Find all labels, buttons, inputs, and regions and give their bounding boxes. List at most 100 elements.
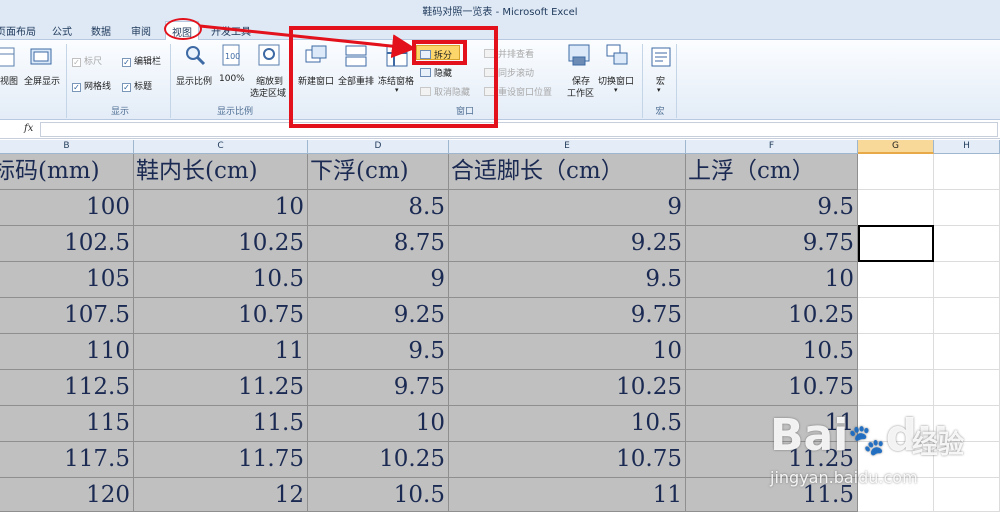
zoom-100-button[interactable]: 100%	[219, 74, 245, 84]
ruler-checkbox[interactable]: ✓ 标尺	[72, 54, 102, 67]
active-cell[interactable]	[858, 225, 934, 262]
fullscreen-icon	[30, 48, 52, 65]
tab-page-layout[interactable]: 页面布局	[0, 23, 36, 38]
save-workspace-line2[interactable]: 工作区	[567, 86, 594, 99]
table-cell[interactable]	[934, 226, 1000, 262]
table-cell[interactable]: 10.75	[686, 370, 858, 406]
table-header-cell[interactable]: 鞋内长(cm)	[134, 154, 308, 190]
table-header-cell[interactable]: 标码(mm)	[0, 154, 134, 190]
table-cell[interactable]: 10	[686, 262, 858, 298]
table-cell[interactable]	[934, 154, 1000, 190]
group-separator	[66, 44, 67, 118]
table-cell[interactable]: 9.75	[686, 226, 858, 262]
table-header-cell[interactable]: 下浮(cm)	[308, 154, 449, 190]
table-cell[interactable]	[858, 298, 934, 334]
table-cell[interactable]: 110	[0, 334, 134, 370]
table-cell[interactable]: 120	[0, 478, 134, 512]
table-cell[interactable]: 115	[0, 406, 134, 442]
group-separator	[676, 44, 677, 118]
table-cell[interactable]	[858, 154, 934, 190]
column-header-g[interactable]: G	[858, 140, 934, 154]
tab-formulas[interactable]: 公式	[52, 23, 72, 38]
table-header-cell[interactable]: 上浮（cm）	[686, 154, 858, 190]
tab-data[interactable]: 数据	[91, 23, 111, 38]
zoom-button[interactable]: 显示比例	[176, 74, 212, 87]
table-cell[interactable]: 100	[0, 190, 134, 226]
column-header-d[interactable]: D	[308, 140, 449, 154]
table-cell[interactable]: 10.5	[686, 334, 858, 370]
table-cell[interactable]: 10.5	[134, 262, 308, 298]
group-separator	[170, 44, 171, 118]
table-cell[interactable]	[858, 262, 934, 298]
table-cell[interactable]: 10.25	[134, 226, 308, 262]
table-cell[interactable]: 12	[134, 478, 308, 512]
gridlines-checkbox[interactable]: ✓ 网格线	[72, 79, 111, 92]
table-cell[interactable]: 9	[308, 262, 449, 298]
table-cell[interactable]	[934, 478, 1000, 512]
watermark-url: jingyan.baidu.com	[770, 468, 918, 487]
table-cell[interactable]	[934, 190, 1000, 226]
table-cell[interactable]: 10.5	[308, 478, 449, 512]
table-cell[interactable]: 10	[308, 406, 449, 442]
table-cell[interactable]: 10.25	[686, 298, 858, 334]
table-cell[interactable]	[934, 334, 1000, 370]
table-cell[interactable]: 9	[449, 190, 686, 226]
table-cell[interactable]: 9.5	[449, 262, 686, 298]
group-label-macros: 宏	[655, 107, 665, 117]
title-bar: 鞋码对照一览表 - Microsoft Excel	[0, 0, 1000, 20]
table-cell[interactable]: 10.5	[449, 406, 686, 442]
table-header-cell[interactable]: 合适脚长（cm）	[449, 154, 686, 190]
normal-view-button[interactable]: 视图	[0, 74, 18, 87]
table-cell[interactable]: 102.5	[0, 226, 134, 262]
switch-windows-icon	[606, 44, 628, 65]
table-cell[interactable]: 105	[0, 262, 134, 298]
zoom-to-selection-line2[interactable]: 选定区域	[250, 86, 286, 99]
column-header-b[interactable]: B	[0, 140, 134, 154]
table-cell[interactable]: 8.5	[308, 190, 449, 226]
table-cell[interactable]: 10.25	[449, 370, 686, 406]
table-cell[interactable]: 10.25	[308, 442, 449, 478]
table-cell[interactable]: 107.5	[0, 298, 134, 334]
table-cell[interactable]	[858, 334, 934, 370]
table-cell[interactable]	[858, 190, 934, 226]
table-cell[interactable]: 9.25	[308, 298, 449, 334]
table-cell[interactable]: 11	[449, 478, 686, 512]
fullscreen-button[interactable]: 全屏显示	[24, 74, 60, 87]
table-cell[interactable]: 117.5	[0, 442, 134, 478]
table-cell[interactable]: 9.5	[686, 190, 858, 226]
checkbox-icon: ✓	[72, 83, 81, 92]
formula-bar-checkbox[interactable]: ✓ 编辑栏	[122, 54, 161, 67]
table-cell[interactable]: 9.75	[449, 298, 686, 334]
table-cell[interactable]: 11.75	[134, 442, 308, 478]
column-header-c[interactable]: C	[134, 140, 308, 154]
ribbon: 视图 全屏显示 ✓ 标尺 ✓ 编辑栏 ✓ 网格线 ✓ 标题 显示 显示比例 100 10…	[0, 40, 1000, 120]
table-cell[interactable]: 9.25	[449, 226, 686, 262]
chevron-down-icon: ▾	[614, 86, 618, 94]
group-separator	[642, 44, 643, 118]
table-cell[interactable]: 11.5	[134, 406, 308, 442]
table-cell[interactable]	[934, 298, 1000, 334]
table-cell[interactable]	[858, 370, 934, 406]
column-header-e[interactable]: E	[449, 140, 686, 154]
table-cell[interactable]: 10.75	[449, 442, 686, 478]
normal-view-icon	[0, 47, 15, 67]
table-cell[interactable]: 10	[134, 190, 308, 226]
group-label-zoom: 显示比例	[216, 107, 253, 117]
column-header-h[interactable]: H	[934, 140, 1000, 154]
column-header-f[interactable]: F	[686, 140, 858, 154]
formula-input[interactable]	[40, 122, 998, 137]
table-cell[interactable]	[934, 262, 1000, 298]
annotation-circle	[164, 18, 202, 40]
table-cell[interactable]: 11	[134, 334, 308, 370]
tab-review[interactable]: 审阅	[131, 23, 151, 38]
headings-checkbox[interactable]: ✓ 标题	[122, 79, 152, 92]
table-cell[interactable]: 9.5	[308, 334, 449, 370]
table-cell[interactable]: 8.75	[308, 226, 449, 262]
table-cell[interactable]: 11.25	[134, 370, 308, 406]
insert-function-icon[interactable]: fx	[24, 123, 33, 134]
table-cell[interactable]: 9.75	[308, 370, 449, 406]
table-cell[interactable]	[934, 370, 1000, 406]
table-cell[interactable]: 112.5	[0, 370, 134, 406]
table-cell[interactable]: 10	[449, 334, 686, 370]
table-cell[interactable]: 10.75	[134, 298, 308, 334]
